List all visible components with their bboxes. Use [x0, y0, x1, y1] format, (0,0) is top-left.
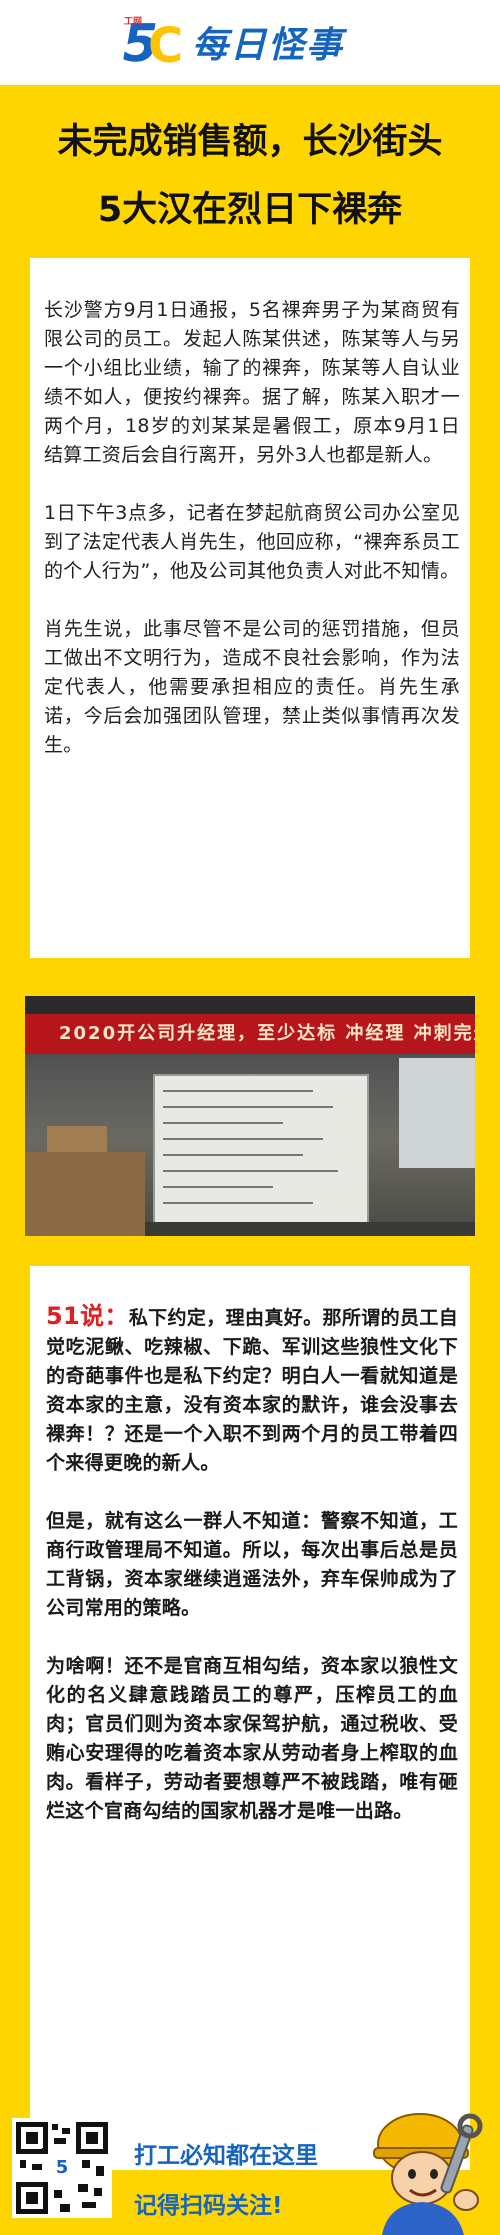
comment-text: 私下约定，理由真好。那所谓的员工自觉吃泥鳅、吃辣椒、下跪、军训这些狼性文化下的奇…	[46, 1307, 458, 1474]
photo-banner: 2020开公司升经理，至少达标 冲经理 冲刺完达标副总裁	[25, 1014, 475, 1054]
news-paragraph: 1日下午3点多，记者在梦起航商贸公司办公室见到了法定代表人肖先生，他回应称，“裸…	[44, 502, 460, 582]
footer-line-1: 打工必知都在这里	[134, 2143, 318, 2169]
photo-floor	[145, 1222, 475, 1236]
article-headline: 未完成销售额，长沙街头 5大汉在烈日下裸奔	[0, 118, 500, 234]
photo-boxes	[25, 1152, 145, 1236]
header: 5 C 工网 每日怪事	[0, 0, 500, 85]
news-paragraph: 肖先生说，此事尽管不是公司的惩罚措施，但员工做出不文明行为，造成不良社会影响，作…	[44, 618, 460, 756]
comment-paragraph: 为啥啊！还不是官商互相勾结，资本家以狼性文化的名义肆意践踏员工的尊严，压榨员工的…	[46, 1655, 458, 1822]
news-card: 长沙警方9月1日通报，5名裸奔男子为某商贸有限公司的员工。发起人陈某供述，陈某等…	[30, 258, 470, 958]
photo-ceiling	[25, 996, 475, 1014]
headline-line-2: 5大汉在烈日下裸奔	[97, 190, 403, 230]
comment-paragraph: 但是，就有这么一群人不知道：警察不知道，工商行政管理局不知道。所以，每次出事后总…	[46, 1510, 458, 1619]
comment-label: 51说：	[46, 1302, 129, 1330]
footer-cta: 打工必知都在这里 记得扫码关注!	[134, 2136, 318, 2220]
comment-paragraph: 51说：私下约定，理由真好。那所谓的员工自觉吃泥鳅、吃辣椒、下跪、军训这些狼性文…	[46, 1302, 458, 1478]
qr-logo: 5	[50, 2156, 74, 2180]
news-paragraph: 长沙警方9月1日通报，5名裸奔男子为某商贸有限公司的员工。发起人陈某供述，陈某等…	[44, 299, 460, 466]
photo-window	[399, 1058, 475, 1168]
footer-line-2: 记得扫码关注!	[134, 2193, 283, 2219]
whiteboard	[153, 1074, 369, 1226]
headline-line-1: 未完成销售额，长沙街头	[57, 122, 443, 162]
logo-letter: C	[148, 18, 184, 74]
office-photo: 2020开公司升经理，至少达标 冲经理 冲刺完达标副总裁	[25, 996, 475, 1236]
qr-finder	[76, 2122, 108, 2154]
comment-card: 51说：私下约定，理由真好。那所谓的员工自觉吃泥鳅、吃辣椒、下跪、军训这些狼性文…	[30, 1266, 470, 2170]
mascot-worker-icon	[373, 2113, 483, 2235]
logo-tag: 工网	[124, 17, 143, 27]
qr-code[interactable]: 5	[12, 2118, 112, 2218]
brand-logo: 5 C 工网	[117, 14, 186, 74]
brand-name: 每日怪事	[192, 24, 345, 66]
qr-finder	[16, 2182, 48, 2214]
